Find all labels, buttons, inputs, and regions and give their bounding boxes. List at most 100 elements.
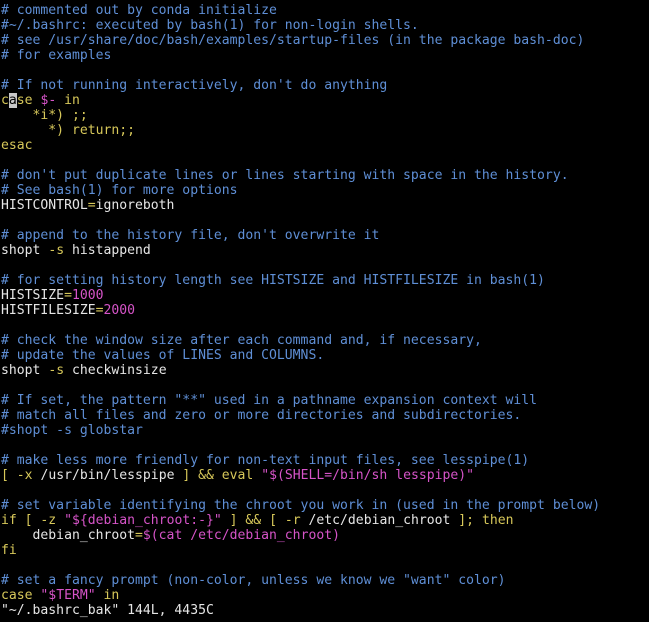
code-token: "$(SHELL=/bin/sh lesspipe)" [261,468,475,483]
code-token: se [16,93,33,108]
code-token: "${debian_chroot:-}" [64,513,222,528]
code-token: -z [40,513,57,528]
code-token: histappend [64,243,151,258]
code-token: # don't put duplicate lines or lines sta… [1,168,569,183]
code-line: # set variable identifying the chroot yo… [1,498,600,513]
code-token: #shopt -s globstar [1,423,143,438]
code-token: case [1,588,41,603]
code-token: HISTCONTROL [1,198,88,213]
code-line: shopt -s histappend [1,243,600,258]
code-line: fi [1,543,600,558]
code-token: c [1,93,9,108]
code-line: # make less more friendly for non-text i… [1,453,600,468]
code-token: -x [16,468,33,483]
code-token: 1000 [71,288,104,303]
code-line: *) return;; [1,123,600,138]
code-token: # If not running interactively, don't do… [1,78,388,93]
code-token: # make less more friendly for non-text i… [1,453,530,468]
code-token: -s [48,363,65,378]
code-token: debian_chroot [1,528,136,543]
code-line: HISTSIZE=1000 [1,288,600,303]
code-line: case "$TERM" in [1,588,600,603]
code-line: shopt -s checkwinsize [1,363,600,378]
code-token: "$TERM" [40,588,96,603]
code-token: -r [284,513,301,528]
text-cursor: a [8,93,17,108]
code-token: # update the values of LINES and COLUMNS… [1,348,325,363]
code-token: shopt [1,243,49,258]
code-token: # append to the history file, don't over… [1,228,380,243]
code-line: # see /usr/share/doc/bash/examples/start… [1,33,600,48]
code-token: /usr/bin/lesspipe [32,468,183,483]
code-token: HISTSIZE [1,288,65,303]
code-token: $- [40,93,57,108]
code-token: in [95,588,120,603]
code-token: # for examples [1,48,112,63]
code-token: *i*) ;; [1,108,88,123]
code-token: $(cat /etc/debian_chroot) [142,528,340,543]
code-token: # see /usr/share/doc/bash/examples/start… [1,33,585,48]
code-token: # set a fancy prompt (non-color, unless … [1,573,506,588]
code-line: if [ -z "${debian_chroot:-}" ] && [ -r /… [1,513,600,528]
code-line: # update the values of LINES and COLUMNS… [1,348,600,363]
code-line: HISTCONTROL=ignoreboth [1,198,600,213]
code-token: # match all files and zero or more direc… [1,408,522,423]
code-token: /etc/debian_chroot [300,513,459,528]
code-token: ] && [ [221,513,285,528]
code-line: # for setting history length see HISTSIZ… [1,273,600,288]
code-token: checkwinsize [64,363,167,378]
code-token: = [87,198,96,213]
code-line: esac [1,138,600,153]
terminal-window[interactable]: # commented out by conda initialize #~/.b… [0,0,649,622]
code-line: # match all files and zero or more direc… [1,408,600,423]
editor-buffer[interactable]: # commented out by conda initialize #~/.b… [1,3,600,603]
code-token: # for setting history length see HISTSIZ… [1,273,545,288]
code-token: #~/.bashrc: executed by bash(1) for non-… [1,18,419,33]
code-token: = [135,528,143,543]
code-line: # set a fancy prompt (non-color, unless … [1,573,600,588]
code-token: *) return;; [1,123,136,138]
code-token: ignoreboth [95,198,175,213]
code-token: = [95,303,104,318]
code-line: # See bash(1) for more options [1,183,600,198]
code-token: fi [1,543,17,558]
code-token: 2000 [103,303,136,318]
code-token: ] && eval [182,468,262,483]
code-token: in [64,93,80,108]
code-token: [ [1,468,17,483]
code-line: # commented out by conda initialize [1,3,600,18]
code-line: [ -x /usr/bin/lesspipe ] && eval "$(SHEL… [1,468,600,483]
code-token: -s [48,243,65,258]
code-line: HISTFILESIZE=2000 [1,303,600,318]
code-token: shopt [1,363,49,378]
code-line: *i*) ;; [1,108,600,123]
code-line: # for examples [1,48,600,63]
code-token: # If set, the pattern "**" used in a pat… [1,393,538,408]
code-line: # If set, the pattern "**" used in a pat… [1,393,600,408]
code-line: #shopt -s globstar [1,423,600,438]
code-line: case $- in [1,93,600,108]
status-line: "~/.bashrc_bak" 144L, 4435C [1,603,214,618]
code-token: HISTFILESIZE [1,303,96,318]
code-token: # set variable identifying the chroot yo… [1,498,601,513]
code-token: # See bash(1) for more options [1,183,238,198]
code-line: # If not running interactively, don't do… [1,78,600,93]
code-token: = [64,288,72,303]
code-line: # append to the history file, don't over… [1,228,600,243]
code-line: # don't put duplicate lines or lines sta… [1,168,600,183]
code-token: esac [1,138,33,153]
code-token: if [ [1,513,41,528]
code-line: # check the window size after each comma… [1,333,600,348]
code-token: ]; then [458,513,514,528]
